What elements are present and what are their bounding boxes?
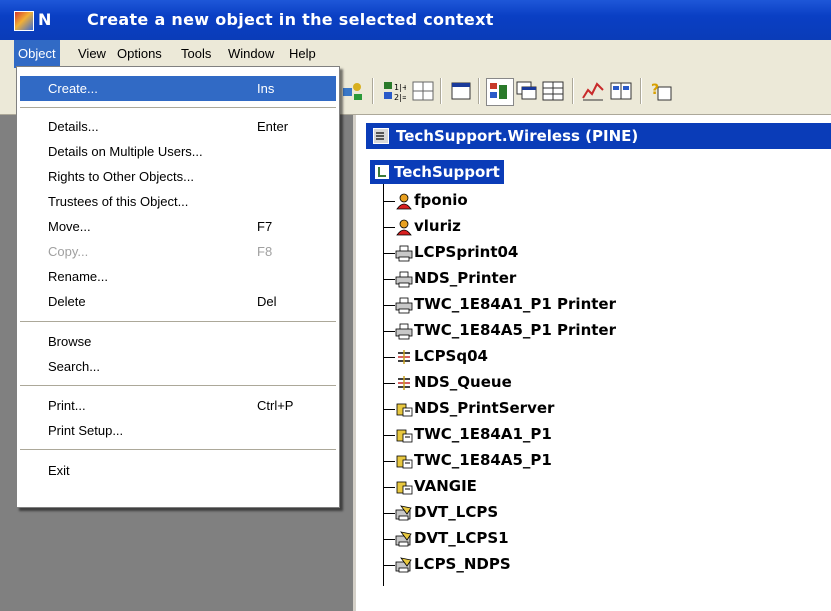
print-queue-icon xyxy=(398,350,410,364)
cascade-icon[interactable] xyxy=(514,78,540,104)
tree-item-label: LCPSprint04 xyxy=(414,243,519,261)
object-tools-icon[interactable] xyxy=(340,78,366,104)
printer-icon xyxy=(395,245,413,262)
context-header[interactable]: TechSupport.Wireless (PINE) xyxy=(366,123,831,149)
svg-text:?: ? xyxy=(651,82,659,98)
tree-item-label: vluriz xyxy=(414,217,461,235)
tree-root-label: TechSupport xyxy=(394,163,500,181)
menu-separator xyxy=(20,107,336,108)
tree-item-label: fponio xyxy=(414,191,468,209)
tree-item-label: NDS_Printer xyxy=(414,269,517,287)
menu-item-browse[interactable]: Browse xyxy=(20,329,336,354)
window-title: Create a new object in the selected cont… xyxy=(87,10,494,29)
tree-root-node[interactable]: TechSupport xyxy=(370,160,504,184)
menu-object[interactable]: Object xyxy=(14,40,60,68)
menu-item-move[interactable]: Move... F7 xyxy=(20,214,336,239)
print-queue-icon xyxy=(398,376,410,390)
menu-tools[interactable]: Tools xyxy=(177,40,215,68)
tree-item-label: LCPSq04 xyxy=(414,347,488,365)
tree-item-label: DVT_LCPS xyxy=(414,503,499,521)
ndps-manager-icon xyxy=(395,557,412,573)
organizational-unit-icon xyxy=(374,164,390,180)
menu-item-trustees[interactable]: Trustees of this Object... xyxy=(20,189,336,214)
tile-icon[interactable] xyxy=(540,78,566,104)
tree-item-label: TWC_1E84A1_P1 xyxy=(414,425,552,443)
printer-icon xyxy=(395,323,413,340)
app-abbrev: N xyxy=(38,10,52,29)
menu-separator xyxy=(20,321,336,322)
printer-icon xyxy=(395,271,413,288)
print-server-icon xyxy=(396,481,413,495)
menu-item-copy: Copy... F8 xyxy=(48,244,273,259)
menu-item-rename[interactable]: Rename... xyxy=(20,264,336,289)
menu-item-details-multiple[interactable]: Details on Multiple Users... xyxy=(20,139,336,164)
menu-item-print-setup[interactable]: Print Setup... xyxy=(20,418,336,443)
print-server-icon xyxy=(396,455,413,469)
title-bar: N Create a new object in the selected co… xyxy=(0,0,831,40)
print-server-icon xyxy=(396,429,413,443)
ndps-manager-icon xyxy=(395,531,412,547)
menu-item-create[interactable]: Create... Ins xyxy=(20,76,336,101)
print-server-icon xyxy=(396,403,413,417)
user-icon xyxy=(396,193,412,210)
tree-item-label: NDS_Queue xyxy=(414,373,512,391)
menu-view[interactable]: View xyxy=(74,40,110,68)
menu-item-search[interactable]: Search... xyxy=(20,354,336,379)
tree-connector xyxy=(383,184,384,586)
user-icon xyxy=(396,219,412,236)
app-icon[interactable] xyxy=(14,11,34,31)
sort-icon[interactable] xyxy=(410,78,436,104)
tree-item-label: NDS_PrintServer xyxy=(414,399,555,417)
tree-item-label: VANGIE xyxy=(414,477,477,495)
svg-text:1|+: 1|+ xyxy=(394,83,406,92)
menu-options[interactable]: Options xyxy=(113,40,166,68)
menu-separator xyxy=(20,385,336,386)
object-menu: Create... Ins Details... Enter Details o… xyxy=(16,66,340,508)
help-icon[interactable]: ? xyxy=(648,78,674,104)
ndps-manager-icon xyxy=(395,505,412,521)
partition-icon[interactable] xyxy=(580,78,606,104)
menu-item-exit[interactable]: Exit xyxy=(20,458,336,483)
menu-item-details[interactable]: Details... Enter xyxy=(20,114,336,139)
browser-window[interactable]: TechSupport.Wireless (PINE) TechSupport … xyxy=(353,115,831,611)
printer-icon xyxy=(395,297,413,314)
expand-tree-icon[interactable]: 1|+ 2|= xyxy=(380,78,409,104)
menu-help[interactable]: Help xyxy=(285,40,320,68)
context-label: TechSupport.Wireless (PINE) xyxy=(396,127,639,145)
tree-item-label: TWC_1E84A1_P1 Printer xyxy=(414,295,616,313)
tree-item-label: DVT_LCPS1 xyxy=(414,529,509,547)
tree-item-label: TWC_1E84A5_P1 xyxy=(414,451,552,469)
svg-text:2|=: 2|= xyxy=(394,93,406,102)
browse-window-icon[interactable] xyxy=(448,78,474,104)
context-icon xyxy=(373,128,389,144)
tree-item-label: LCPS_NDPS xyxy=(414,555,511,573)
menu-bar: Object View Options Tools Window Help xyxy=(0,40,831,68)
menu-item-delete[interactable]: Delete Del xyxy=(20,289,336,314)
menu-item-print[interactable]: Print... Ctrl+P xyxy=(20,393,336,418)
menu-separator xyxy=(20,449,336,450)
menu-item-rights[interactable]: Rights to Other Objects... xyxy=(20,164,336,189)
tree-item-label: TWC_1E84A5_P1 Printer xyxy=(414,321,616,339)
menu-window[interactable]: Window xyxy=(224,40,278,68)
replica-icon[interactable] xyxy=(608,78,634,104)
view-tree-icon[interactable] xyxy=(486,78,514,106)
